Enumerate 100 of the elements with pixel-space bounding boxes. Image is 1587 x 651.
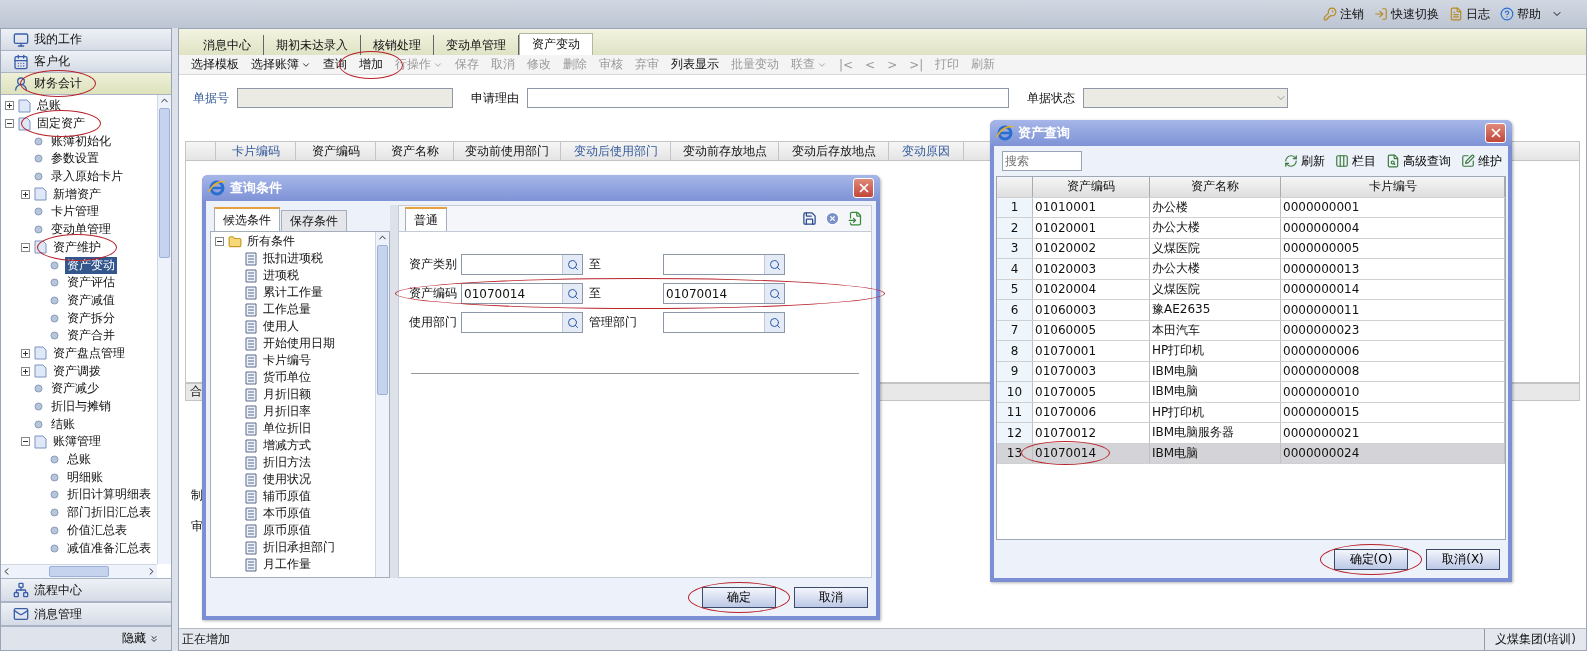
tree-item[interactable]: 部门折旧汇总表 <box>65 504 153 522</box>
tree-item[interactable]: 明细账 <box>65 468 105 486</box>
tree-item[interactable]: 资产调拨 <box>51 362 103 380</box>
table-row[interactable]: 9 01070003 IBM电脑 0000000008 <box>997 361 1505 382</box>
tree-item[interactable]: 折旧与摊销 <box>49 398 113 416</box>
condition-item[interactable]: 辅币原值 <box>261 488 313 505</box>
table-row[interactable]: 12 01070012 IBM电脑服务器 0000000021 <box>997 423 1505 444</box>
tree-item[interactable]: 资产评估 <box>65 274 117 292</box>
table-row[interactable]: 8 01070001 HP打印机 0000000006 <box>997 341 1505 362</box>
dialog-button[interactable]: 确定(O) <box>1334 548 1408 570</box>
collapse-icon[interactable] <box>21 437 30 447</box>
close-icon[interactable] <box>825 211 840 226</box>
tree-item[interactable]: 总账 <box>65 451 93 469</box>
table-row[interactable]: 7 01060005 本田汽车 0000000023 <box>997 320 1505 341</box>
header-link[interactable]: 快速切换 <box>1374 5 1439 23</box>
condition-item[interactable]: 所有条件 <box>245 233 297 250</box>
sidebar-section[interactable]: 客户化 <box>1 51 171 73</box>
search-icon[interactable] <box>566 316 579 329</box>
sidebar-section[interactable]: 财务会计 <box>1 73 171 95</box>
input-field[interactable] <box>237 88 453 108</box>
toolbar-button[interactable]: 选择账簿 <box>245 55 317 74</box>
header-link[interactable]: 日志 <box>1449 5 1490 23</box>
input-field[interactable] <box>527 88 1009 108</box>
dialog-button[interactable]: 取消(X) <box>1426 548 1500 570</box>
condition-item[interactable]: 工作总量 <box>261 301 313 318</box>
condition-item[interactable]: 本币原值 <box>261 505 313 522</box>
tree-item[interactable]: 变动单管理 <box>49 221 113 239</box>
search-icon[interactable] <box>768 316 781 329</box>
toolbar-button[interactable]: 维护 <box>1461 152 1502 170</box>
tree-item[interactable]: 资产减值 <box>65 291 117 309</box>
tree-item[interactable]: 价值汇总表 <box>65 521 129 539</box>
toolbar-button[interactable]: 选择模板 <box>185 55 245 74</box>
table-row[interactable]: 2 01020001 办公大楼 0000000004 <box>997 218 1505 239</box>
search-icon[interactable] <box>566 287 579 300</box>
tree-item[interactable]: 结账 <box>49 415 77 433</box>
condition-item[interactable]: 折旧承担部门 <box>261 539 337 556</box>
condition-item[interactable]: 卡片编号 <box>261 352 313 369</box>
condition-item[interactable]: 抵扣进项税 <box>261 250 325 267</box>
search-icon[interactable] <box>768 258 781 271</box>
toolbar-button[interactable]: 列表显示 <box>665 55 725 74</box>
condition-item[interactable]: 进项税 <box>261 267 301 284</box>
condition-item[interactable]: 月折旧率 <box>261 403 313 420</box>
table-row[interactable]: 10 01070005 IBM电脑 0000000010 <box>997 382 1505 403</box>
condition-item[interactable]: 使用状况 <box>261 471 313 488</box>
tree-item[interactable]: 折旧计算明细表 <box>65 486 153 504</box>
table-row[interactable]: 1 01010001 办公楼 0000000001 <box>997 197 1505 218</box>
dialog-button[interactable]: 取消 <box>794 586 868 608</box>
save-icon[interactable] <box>802 211 817 226</box>
condition-item[interactable]: 开始使用日期 <box>261 335 337 352</box>
search-icon[interactable] <box>768 287 781 300</box>
close-button[interactable] <box>853 178 874 198</box>
sidebar-section[interactable]: 流程中心 <box>1 578 171 602</box>
tree-item[interactable]: 资产维护 <box>51 238 103 256</box>
condition-item[interactable]: 使用人 <box>261 318 301 335</box>
table-row[interactable]: 4 01020003 办公大楼 0000000013 <box>997 259 1505 280</box>
horizontal-scrollbar[interactable] <box>1 564 157 578</box>
tree-item[interactable]: 资产合并 <box>65 327 117 345</box>
condition-item[interactable]: 月工作量 <box>261 556 313 573</box>
tree-item[interactable]: 资产拆分 <box>65 309 117 327</box>
table-row[interactable]: 13 01070014 IBM电脑 0000000024 <box>997 443 1505 464</box>
tree-item[interactable]: 资产减少 <box>49 380 101 398</box>
vertical-scrollbar[interactable] <box>375 232 389 577</box>
sidebar-section[interactable]: 消息管理 <box>1 602 171 626</box>
condition-item[interactable]: 月折旧额 <box>261 386 313 403</box>
table-row[interactable]: 5 01020004 义煤医院 0000000014 <box>997 279 1505 300</box>
toolbar-button[interactable]: 增加 <box>353 55 389 74</box>
collapse-icon[interactable] <box>215 237 224 246</box>
collapse-icon[interactable] <box>21 242 30 252</box>
expand-icon[interactable] <box>5 101 14 111</box>
tree-item[interactable]: 减值准备汇总表 <box>65 539 153 557</box>
condition-item[interactable]: 单位折旧 <box>261 420 313 437</box>
close-button[interactable] <box>1485 123 1506 143</box>
tree-item[interactable]: 总账 <box>35 97 63 115</box>
dialog-button[interactable]: 确定 <box>702 586 776 608</box>
table-row[interactable]: 6 01060003 豫AE2635 0000000011 <box>997 300 1505 321</box>
expand-icon[interactable] <box>21 366 30 376</box>
tree-item[interactable]: 资产盘点管理 <box>51 344 127 362</box>
lookup-field[interactable]: 01070014 <box>461 283 583 304</box>
header-link[interactable]: 帮助 <box>1500 5 1541 23</box>
lookup-field[interactable] <box>461 312 583 333</box>
collapse-icon[interactable] <box>5 119 14 129</box>
condition-item[interactable]: 增减方式 <box>261 437 313 454</box>
lookup-field[interactable] <box>663 312 785 333</box>
table-row[interactable]: 11 01070006 HP打印机 0000000015 <box>997 402 1505 423</box>
tab[interactable]: 保存条件 <box>281 210 347 231</box>
select-field[interactable] <box>1083 88 1288 108</box>
tree-item[interactable]: 新增资产 <box>51 185 103 203</box>
expand-icon[interactable] <box>21 348 30 358</box>
toolbar-button[interactable]: 刷新 <box>1284 152 1325 170</box>
hide-button[interactable]: 隐藏 <box>122 630 159 647</box>
tab[interactable]: 候选条件 <box>214 207 280 231</box>
tree-item[interactable]: 资产变动 <box>65 256 117 274</box>
sidebar-section[interactable]: 我的工作 <box>1 29 171 51</box>
tree-item[interactable]: 卡片管理 <box>49 203 101 221</box>
lookup-field[interactable]: 01070014 <box>663 283 785 304</box>
lookup-field[interactable] <box>461 254 583 275</box>
table-row[interactable]: 3 01020002 义煤医院 0000000005 <box>997 238 1505 259</box>
search-field[interactable]: 搜索 <box>1002 151 1082 171</box>
tab[interactable]: 普通 <box>405 207 447 231</box>
tree-item[interactable]: 参数设置 <box>49 150 101 168</box>
